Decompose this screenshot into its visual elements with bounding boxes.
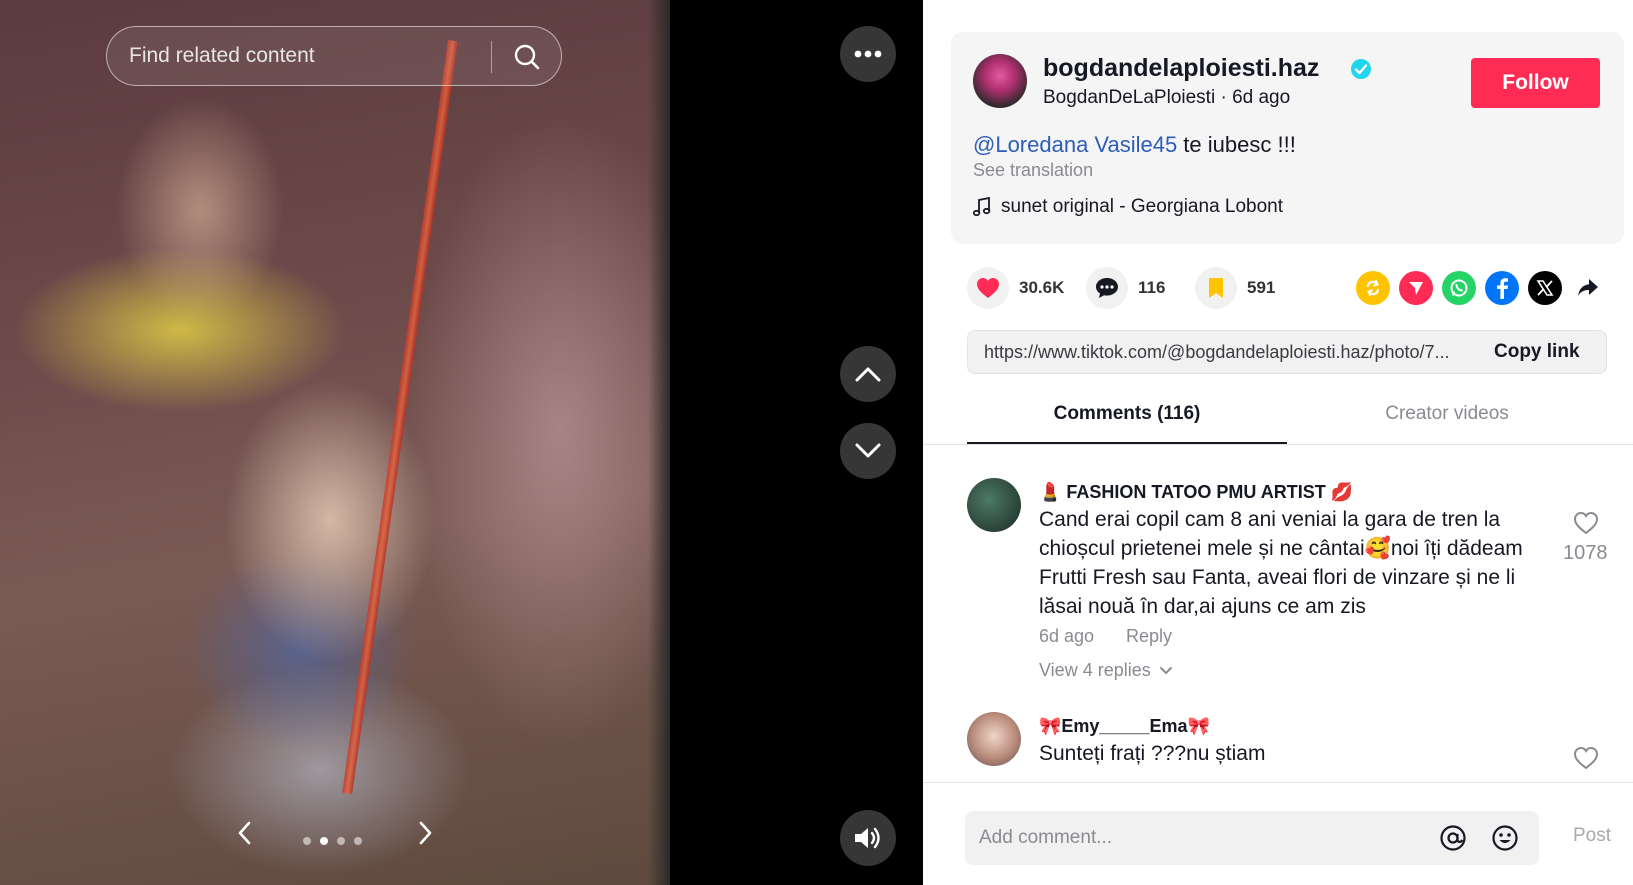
mention-at-icon[interactable] (1439, 824, 1467, 852)
post-comment-button[interactable]: Post (1573, 825, 1611, 847)
add-comment-input[interactable]: Add comment... (965, 811, 1539, 865)
photo-detail (342, 40, 458, 794)
comment-time: 6d ago (1039, 626, 1095, 646)
details-panel: bogdandelaploiesti.haz BogdanDeLaPloiest… (923, 0, 1633, 885)
carousel-next-button[interactable] (410, 818, 440, 848)
facebook-icon[interactable] (1485, 271, 1519, 305)
carousel-dot-active[interactable] (320, 837, 328, 845)
like-button[interactable] (967, 267, 1009, 309)
carousel-dot[interactable] (354, 837, 362, 845)
post-link-box: https://www.tiktok.com/@bogdandelaploies… (967, 330, 1607, 374)
panel-tabs: Comments (116) Creator videos (967, 394, 1607, 444)
emoji-icon[interactable] (1491, 824, 1519, 852)
comment-text: Cand erai copil cam 8 ani veniai la gara… (1039, 508, 1523, 618)
author-username[interactable]: bogdandelaploiesti.haz (1043, 54, 1319, 83)
chevron-up-icon (855, 367, 881, 382)
comment-stat[interactable]: 116 (1086, 267, 1165, 309)
comment-count: 116 (1138, 278, 1166, 297)
repost-icon[interactable] (1356, 271, 1390, 305)
post-photo (0, 0, 670, 885)
see-translation-link[interactable]: See translation (973, 160, 1093, 181)
post-caption: @Loredana Vasile45 te iubesc !!! (973, 132, 1296, 158)
like-stat[interactable]: 30.6K (967, 267, 1064, 309)
music-note-icon (973, 197, 991, 217)
comment-button[interactable] (1086, 267, 1128, 309)
photo-edge (648, 0, 670, 885)
comment-avatar[interactable] (967, 712, 1021, 766)
search-icon[interactable] (513, 43, 541, 71)
caption-mention[interactable]: @Loredana Vasile45 (973, 132, 1177, 157)
tabs-divider (923, 444, 1633, 445)
subline-separator: · (1215, 87, 1233, 108)
comment-avatar[interactable] (967, 478, 1021, 532)
more-options-button[interactable] (840, 26, 896, 82)
related-search-input[interactable]: Find related content (106, 26, 562, 86)
search-placeholder: Find related content (129, 44, 315, 67)
comment-list: 💄 FASHION TATOO PMU ARTIST 💋 Cand erai c… (923, 446, 1633, 782)
send-icon[interactable] (1399, 271, 1433, 305)
bookmark-icon (1209, 278, 1223, 298)
next-post-button[interactable] (840, 423, 896, 479)
author-avatar[interactable] (973, 54, 1027, 108)
view-replies-button[interactable]: View 4 replies (1039, 660, 1173, 681)
comment-text: Sunteți frați ???nu știam (1039, 742, 1266, 765)
music-title: sunet original - Georgiana Lobont (1001, 196, 1284, 217)
search-divider (491, 41, 492, 73)
comment-like-icon[interactable] (1573, 746, 1599, 770)
verified-badge-icon (1351, 59, 1371, 79)
comment-bubble-icon (1096, 278, 1118, 298)
add-comment-placeholder: Add comment... (979, 827, 1113, 848)
like-count: 30.6K (1019, 278, 1065, 297)
comment-author[interactable]: 🎀Emy_____Ema🎀 (1039, 716, 1210, 737)
comment-like-count: 1078 (1563, 542, 1608, 564)
copy-link-button[interactable]: Copy link (1494, 341, 1580, 363)
comment-like-icon[interactable] (1573, 511, 1599, 535)
comment-author[interactable]: 💄 FASHION TATOO PMU ARTIST 💋 (1039, 482, 1353, 503)
tab-comments[interactable]: Comments (116) (967, 394, 1287, 444)
post-info-card: bogdandelaploiesti.haz BogdanDeLaPloiest… (951, 32, 1624, 244)
whatsapp-icon[interactable] (1442, 271, 1476, 305)
view-replies-label: View 4 replies (1039, 660, 1151, 680)
save-stat[interactable]: 591 (1195, 267, 1275, 309)
caption-text: te iubesc !!! (1177, 132, 1296, 157)
author-nickname: BogdanDeLaPloiesti (1043, 87, 1216, 108)
composer-divider (923, 782, 1633, 783)
carousel-dot[interactable] (303, 837, 311, 845)
save-count: 591 (1247, 278, 1276, 297)
share-arrow-icon[interactable] (1571, 271, 1605, 305)
carousel-dots (303, 837, 362, 845)
previous-post-button[interactable] (840, 346, 896, 402)
carousel-dot[interactable] (337, 837, 345, 845)
follow-button[interactable]: Follow (1471, 58, 1600, 108)
heart-icon (977, 278, 999, 298)
music-link[interactable]: sunet original - Georgiana Lobont (973, 196, 1283, 218)
volume-button[interactable] (840, 810, 896, 866)
x-icon[interactable] (1528, 271, 1562, 305)
volume-icon (855, 827, 880, 849)
comment-reply-button[interactable]: Reply (1126, 626, 1172, 647)
post-time: 6d ago (1232, 87, 1291, 108)
carousel-prev-button[interactable] (230, 818, 260, 848)
author-subline: BogdanDeLaPloiesti · 6d ago (1043, 87, 1290, 109)
tab-creator-videos[interactable]: Creator videos (1287, 394, 1607, 442)
chevron-down-icon (1159, 666, 1172, 674)
save-button[interactable] (1195, 267, 1237, 309)
more-dots-icon (854, 50, 882, 58)
chevron-down-icon (855, 443, 881, 458)
post-link-url[interactable]: https://www.tiktok.com/@bogdandelaploies… (984, 342, 1468, 363)
media-viewer: Find related content (0, 0, 923, 885)
